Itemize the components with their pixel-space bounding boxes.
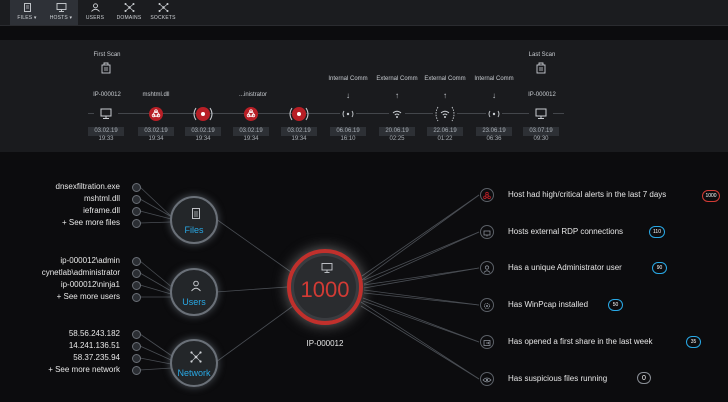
alert-score-badge: 1000 — [702, 190, 720, 202]
list-item[interactable]: ip-000012\ninja1 — [0, 279, 120, 291]
item-dot — [132, 330, 141, 339]
alert-icon-share — [480, 335, 494, 349]
users-hub[interactable]: Users — [170, 268, 218, 316]
item-dot — [132, 366, 141, 375]
list-item[interactable]: ieframe.dll — [0, 205, 120, 217]
gear-icon — [483, 302, 491, 310]
item-dot — [132, 354, 141, 363]
item-dot — [132, 342, 141, 351]
list-item[interactable]: mshtml.dll — [0, 193, 120, 205]
list-item[interactable]: 14.241.136.51 — [0, 340, 120, 352]
alert-text: Has opened a first share in the last wee… — [508, 337, 653, 346]
alert-score-badge: 110 — [649, 226, 665, 238]
alert-icon-gear — [480, 298, 494, 312]
eye-icon — [482, 377, 492, 383]
alert-icon-eye — [480, 372, 494, 386]
list-item[interactable]: dnsexfiltration.exe — [0, 181, 120, 193]
alert-text: Has suspicious files running — [508, 374, 608, 383]
item-dot — [132, 281, 141, 290]
alert-text: Has WinPcap installed — [508, 300, 589, 309]
files-hub-label: Files — [184, 225, 204, 235]
alert-icon-rdp — [480, 225, 494, 239]
item-dot — [132, 219, 141, 228]
biohazard-icon — [483, 191, 491, 200]
alert-score-badge: 0 — [637, 372, 651, 384]
network-hub-label: Network — [177, 368, 211, 378]
network-icon — [190, 351, 202, 363]
user-icon — [191, 280, 201, 292]
item-dot — [132, 207, 141, 216]
users-list: ip-000012\admin cynetlab\administrator i… — [0, 255, 120, 303]
item-dot — [132, 195, 141, 204]
list-item[interactable]: 58.56.243.182 — [0, 328, 120, 340]
item-dot — [132, 293, 141, 302]
share-icon — [483, 340, 491, 346]
alert-score-badge: 35 — [686, 336, 701, 348]
list-item[interactable]: 58.37.235.94 — [0, 352, 120, 364]
see-more-files-link[interactable]: + See more files — [0, 217, 120, 229]
alert-score-badge: 50 — [608, 299, 623, 311]
files-list: dnsexfiltration.exe mshtml.dll ieframe.d… — [0, 181, 120, 229]
alert-icon-user — [480, 261, 494, 275]
item-dot — [132, 257, 141, 266]
network-list: 58.56.243.182 14.241.136.51 58.37.235.94… — [0, 328, 120, 376]
alert-text: Hosts external RDP connections — [508, 227, 624, 236]
alert-text: Has a unique Administrator user — [508, 263, 622, 272]
see-more-users-link[interactable]: + See more users — [0, 291, 120, 303]
users-hub-label: Users — [182, 297, 206, 307]
alert-score-badge: 90 — [652, 262, 667, 274]
host-name: IP-000012 — [306, 339, 344, 348]
list-item[interactable]: cynetlab\administrator — [0, 267, 120, 279]
monitor-icon — [321, 263, 333, 273]
item-dot — [132, 269, 141, 278]
item-dot — [132, 183, 141, 192]
alert-icon-biohazard — [480, 188, 494, 202]
file-icon — [192, 208, 200, 219]
see-more-network-link[interactable]: + See more network — [0, 364, 120, 376]
host-risk-score-node[interactable]: 1000 — [287, 249, 363, 325]
rdp-icon — [483, 230, 491, 237]
list-item[interactable]: ip-000012\admin — [0, 255, 120, 267]
files-hub[interactable]: Files — [170, 196, 218, 244]
alert-text: Host had high/critical alerts in the las… — [508, 190, 667, 199]
risk-score: 1000 — [300, 277, 350, 302]
network-hub[interactable]: Network — [170, 339, 218, 387]
user-icon — [483, 265, 491, 273]
